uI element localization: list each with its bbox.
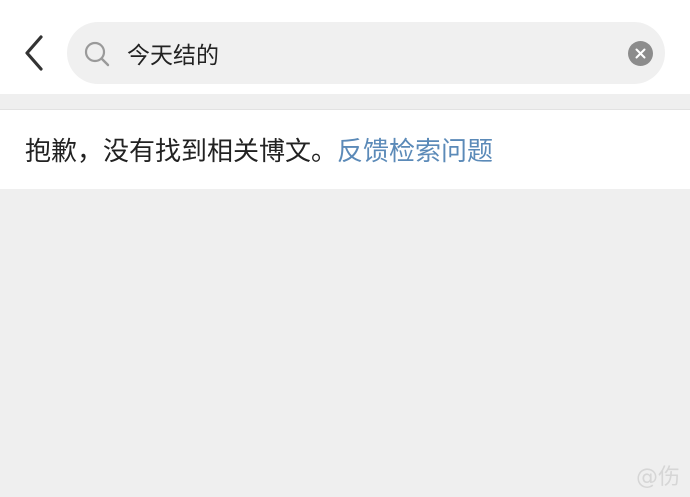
- chevron-left-icon: [25, 35, 43, 71]
- back-button[interactable]: [14, 30, 54, 76]
- search-input[interactable]: [127, 32, 607, 74]
- empty-result-text: 抱歉，没有找到相关博文。反馈检索问题: [25, 134, 493, 170]
- no-result-message: 抱歉，没有找到相关博文。: [25, 137, 338, 167]
- close-icon: [635, 48, 646, 59]
- section-divider: [0, 94, 690, 109]
- clear-search-button[interactable]: [628, 41, 653, 66]
- empty-result-bar: 抱歉，没有找到相关博文。反馈检索问题: [0, 109, 690, 189]
- search-header: [0, 0, 690, 94]
- watermark: @伤: [635, 465, 680, 490]
- search-box[interactable]: [67, 22, 665, 84]
- search-icon: [84, 41, 110, 67]
- feedback-link[interactable]: 反馈检索问题: [337, 137, 493, 167]
